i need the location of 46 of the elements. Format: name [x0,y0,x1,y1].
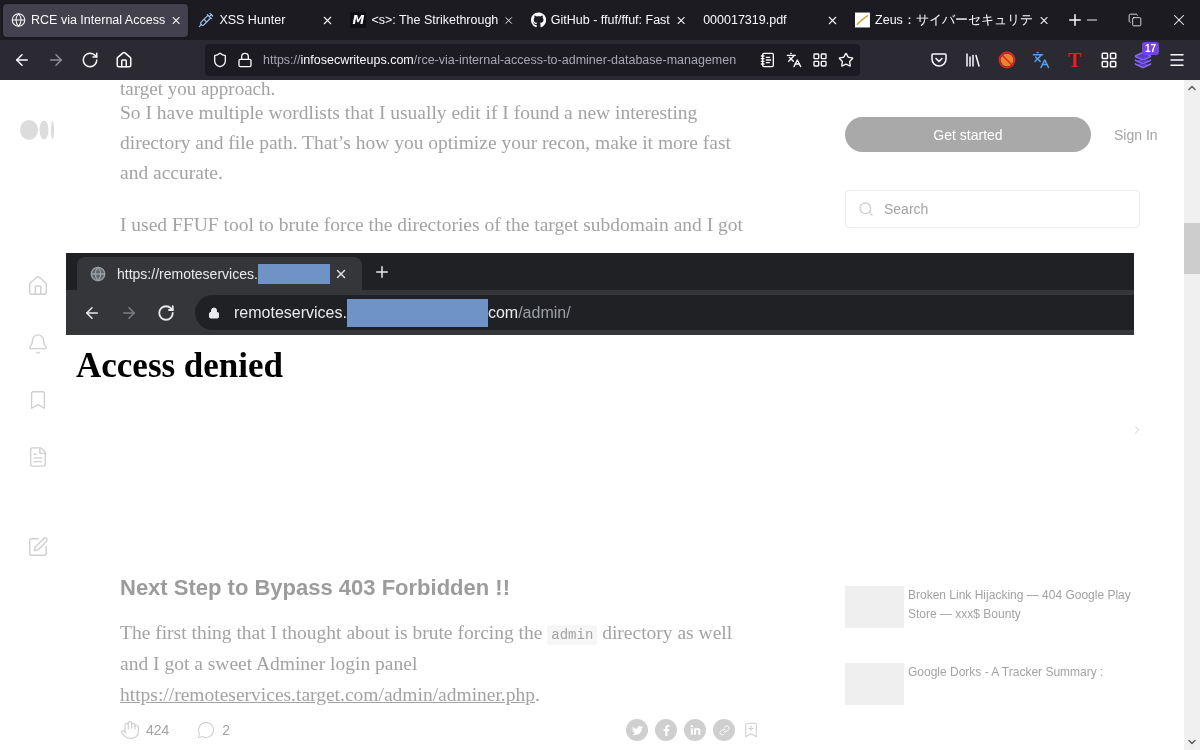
brush-stroke-icon [855,12,871,28]
article-paragraph: The first thing that I thought about is brute forcing the admin directory as well and I got a sweet Adminer login panel https://remoteservices.target.com/admin/adminer.php. [120,621,734,707]
library-icon[interactable] [964,51,982,69]
address-field[interactable]: remoteservices. com/admin/ [195,295,1134,330]
search-icon [858,201,874,217]
grid-icon[interactable] [812,52,828,68]
globe-icon [90,265,106,282]
home-icon[interactable] [115,51,133,69]
plus-icon[interactable] [1066,11,1084,29]
scrollbar[interactable] [1184,80,1200,750]
reader-view-icon[interactable] [760,52,776,68]
shield-icon[interactable] [212,52,228,68]
address-bar[interactable]: https://infosecwriteups.com/rce-via-internal-access-to-adminer-database-managemen [205,44,860,76]
lock-icon [208,306,220,319]
article-paragraph: So I have multiple wordlists that I usually edit if I found a new interesting directory and file path. That’s how you optimize your recon, make it more fast and accurate. [120,101,732,185]
restore-icon[interactable] [1128,13,1142,27]
browser-tab[interactable]: RCE via Internal Access [3,3,189,37]
clap-count: 424 [146,722,170,738]
layers-icon[interactable] [1134,51,1152,69]
browser-tab[interactable]: 000017319.pdf [695,3,846,37]
translate-icon[interactable] [786,52,802,68]
count-badge: 17 [1141,42,1159,55]
globe-icon [11,12,27,28]
favicon-letter: M [350,12,367,28]
browser-tab[interactable]: XSS Hunter [190,3,341,37]
github-icon [530,12,546,28]
page-heading: Access denied [76,345,285,387]
article-text: target you approach. [120,80,277,98]
response-count: 2 [222,722,231,738]
menu-icon[interactable] [1168,51,1186,69]
browser-tab[interactable]: https://remoteservices. [77,257,362,290]
star-icon[interactable] [838,52,854,68]
article-paragraph: I used FFUF tool to brute force the directories of the target subdomain and I got [120,213,744,237]
url-text: https://infosecwriteups.com/rce-via-internal-access-to-adminer-database-managemen [263,53,738,67]
lock-icon[interactable] [237,52,253,68]
browser-tab[interactable]: Zeus：サイバーセキュリテ [847,3,1056,37]
scrollbar-thumb[interactable] [1184,223,1200,274]
search-field[interactable]: Search [845,190,1140,228]
reload-icon[interactable] [157,303,175,322]
blocked-sign-icon[interactable] [998,51,1016,69]
section-heading: Next Step to Bypass 403 Forbidden !! [120,574,511,602]
pocket-icon[interactable] [930,51,948,69]
browser-tab[interactable]: M <s>: The Strikethrough [342,3,521,37]
extensions-icon[interactable] [1100,51,1118,69]
syringe-icon [198,12,215,28]
browser-tab[interactable]: GitHub - ffuf/ffuf: Fast [522,3,694,37]
